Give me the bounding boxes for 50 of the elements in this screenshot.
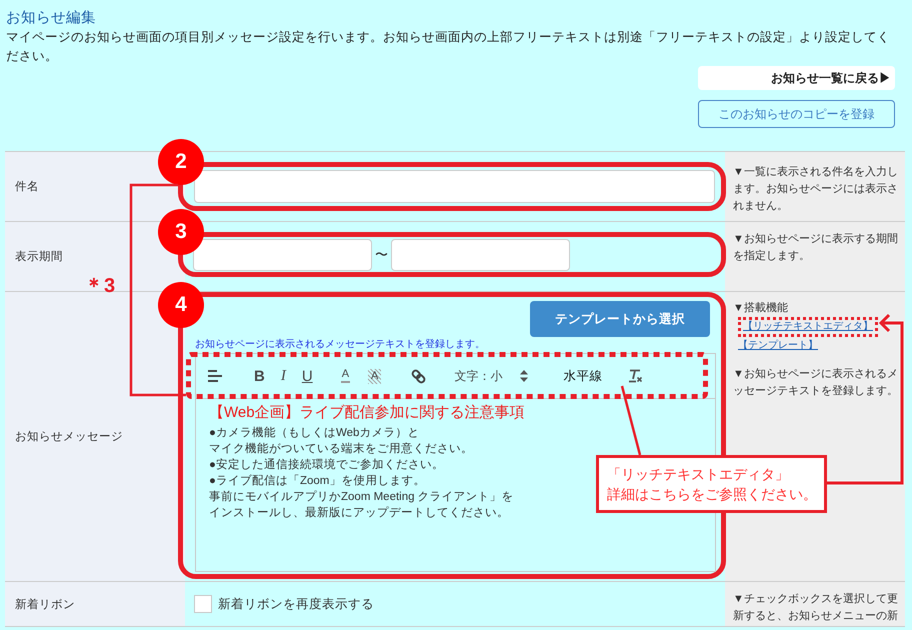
editor-text-line: ●ライブ配信は「Zoom」を使用します。 [209, 474, 426, 489]
row-label: お知らせメッセージ [15, 430, 123, 444]
bold-button[interactable]: B [254, 368, 265, 384]
step-marker: 2 [158, 139, 204, 185]
page-title: お知らせ編集 [6, 9, 97, 28]
clear-format-button[interactable] [628, 369, 642, 383]
template-select-button[interactable]: テンプレートから選択 [530, 301, 710, 337]
font-size-select[interactable]: 文字：小 [454, 370, 528, 382]
italic-button[interactable]: I [280, 368, 286, 384]
editor-heading: 【Web企画】ライブ配信参加に関する注意事項 [209, 403, 525, 423]
help-link[interactable]: 【テンプレート】 [738, 340, 818, 351]
input-field[interactable] [194, 170, 715, 203]
back-to-list-button[interactable]: お知らせ一覧に戻る▶ [698, 66, 895, 90]
leader-line [620, 386, 642, 456]
font-color-button[interactable]: A [340, 369, 350, 383]
hint-text: お知らせページに表示されるメッセージテキストを登録します。 [195, 338, 485, 352]
editor-text-line: 事前にモバイルアプリかZoom Meeting クライアント」を [209, 489, 514, 505]
align-left-icon [208, 370, 222, 382]
editor-text-line: インストールし、最新版にアップデートしてください。 [209, 505, 509, 521]
page-description: マイページのお知らせ画面の項目別メッセージ設定を行います。お知らせ画面内の上部フリーテキストは別途「フリーテキストの設定」より設定してください。 [6, 29, 890, 65]
help-text: ▼お知らせページに表示する期間を指定します。 [733, 232, 899, 264]
step-marker: 4 [158, 282, 204, 328]
help-text: ▼チェックボックスを選択して更新すると、お知らせメニューの新 [733, 592, 899, 624]
annotation-note: ＊3 [84, 274, 116, 298]
up-down-icon [520, 370, 528, 382]
help-text: ▼お知らせページに表示されるメッセージテキストを登録します。 [733, 367, 899, 399]
help-link[interactable]: 【リッチテキストエディタ】 [743, 321, 873, 332]
align-button[interactable] [208, 370, 222, 382]
row-label: 件名 [15, 180, 39, 194]
row-label: 表示期間 [15, 250, 63, 264]
clear-format-icon [628, 369, 642, 383]
link-button[interactable] [411, 368, 426, 384]
date-field[interactable] [193, 239, 372, 271]
date-field[interactable] [391, 239, 570, 271]
checkbox-label: 新着リボンを再度表示する [218, 596, 374, 612]
range-separator: 〜 [374, 246, 389, 264]
background-color-button[interactable]: A [368, 368, 382, 384]
link-icon [411, 368, 426, 384]
help-heading: ▼搭載機能 [733, 301, 789, 316]
step-marker: 3 [158, 209, 204, 255]
editor-text-line: ●安定した通信接続環境でご参加ください。 [209, 458, 444, 473]
checkbox[interactable] [194, 595, 212, 613]
help-text: ▼一覧に表示される件名を入力します。お知らせページには表示されません。 [733, 165, 899, 214]
row-label: 新着リボン [15, 597, 75, 612]
underline-button[interactable]: U [302, 368, 313, 384]
copy-register-button[interactable]: このお知らせのコピーを登録 [698, 100, 895, 128]
editor-text-line: ●カメラ機能（もしくはWebカメラ）と [209, 426, 420, 441]
horizontal-rule-button[interactable]: 水平線 [563, 370, 602, 382]
callout-note: 「リッチテキストエディタ」 詳細はこちらをご参照ください。 [596, 455, 827, 513]
editor-text-line: マイク機能がついている端末をご用意ください。 [209, 442, 473, 457]
